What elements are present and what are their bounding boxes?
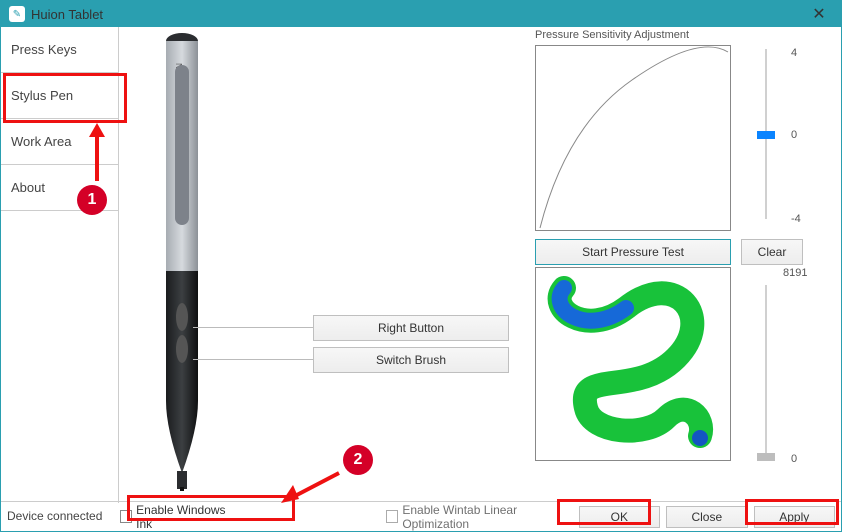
body-row: Press Keys Stylus Pen Work Area About [1,27,841,503]
connector-line [193,327,313,328]
window-title: Huion Tablet [31,7,805,22]
apply-button[interactable]: Apply [754,506,835,528]
sensitivity-slider[interactable] [757,49,775,219]
tab-stylus-pen[interactable]: Stylus Pen [1,73,118,119]
app-icon: ✎ [9,6,25,22]
ok-button[interactable]: OK [579,506,660,528]
slider-min-label: -4 [791,213,801,225]
pressure-curve-chart[interactable] [535,45,731,231]
close-icon[interactable]: ✕ [805,4,833,24]
wintab-label: Enable Wintab Linear Optimization [402,503,572,531]
tab-press-keys[interactable]: Press Keys [1,27,118,73]
enable-wintab-row[interactable]: Enable Wintab Linear Optimization [376,503,572,531]
pressure-readout-slider [757,285,775,461]
checkbox-icon[interactable] [386,510,398,523]
slider-thumb [757,453,775,461]
status-text: Device connected [7,509,102,523]
tab-about[interactable]: About [1,165,118,211]
checkbox-icon[interactable] [120,510,132,523]
slider-thumb[interactable] [757,131,775,139]
pressure-test-canvas[interactable] [535,267,731,461]
pen-lower-button-map[interactable]: Switch Brush [313,347,509,373]
pressure-zero-label: 0 [791,453,797,465]
footer-bar: Enable Windows Ink Enable Wintab Linear … [1,501,841,531]
windows-ink-label: Enable Windows Ink [136,503,236,531]
close-button[interactable]: Close [666,506,747,528]
enable-windows-ink-row[interactable]: Enable Windows Ink [110,503,236,531]
app-window: ✎ Huion Tablet ✕ Press Keys Stylus Pen W… [0,0,842,532]
sidebar: Press Keys Stylus Pen Work Area About [1,27,119,503]
pen-image: HUION [159,31,205,491]
clear-button[interactable]: Clear [741,239,803,265]
pressure-panel: Pressure Sensitivity Adjustment 4 0 -4 S… [535,29,829,231]
start-pressure-test-button[interactable]: Start Pressure Test [535,239,731,265]
pen-upper-button-map[interactable]: Right Button [313,315,509,341]
content-area: HUION Right Button Switch Brush Pressure… [119,27,841,503]
pressure-max-label: 8191 [783,267,807,279]
slider-max-label: 4 [791,47,797,59]
titlebar: ✎ Huion Tablet ✕ [1,1,841,27]
slider-mid-label: 0 [791,129,797,141]
pressure-heading: Pressure Sensitivity Adjustment [535,29,829,41]
connector-line [193,359,313,360]
tab-work-area[interactable]: Work Area [1,119,118,165]
